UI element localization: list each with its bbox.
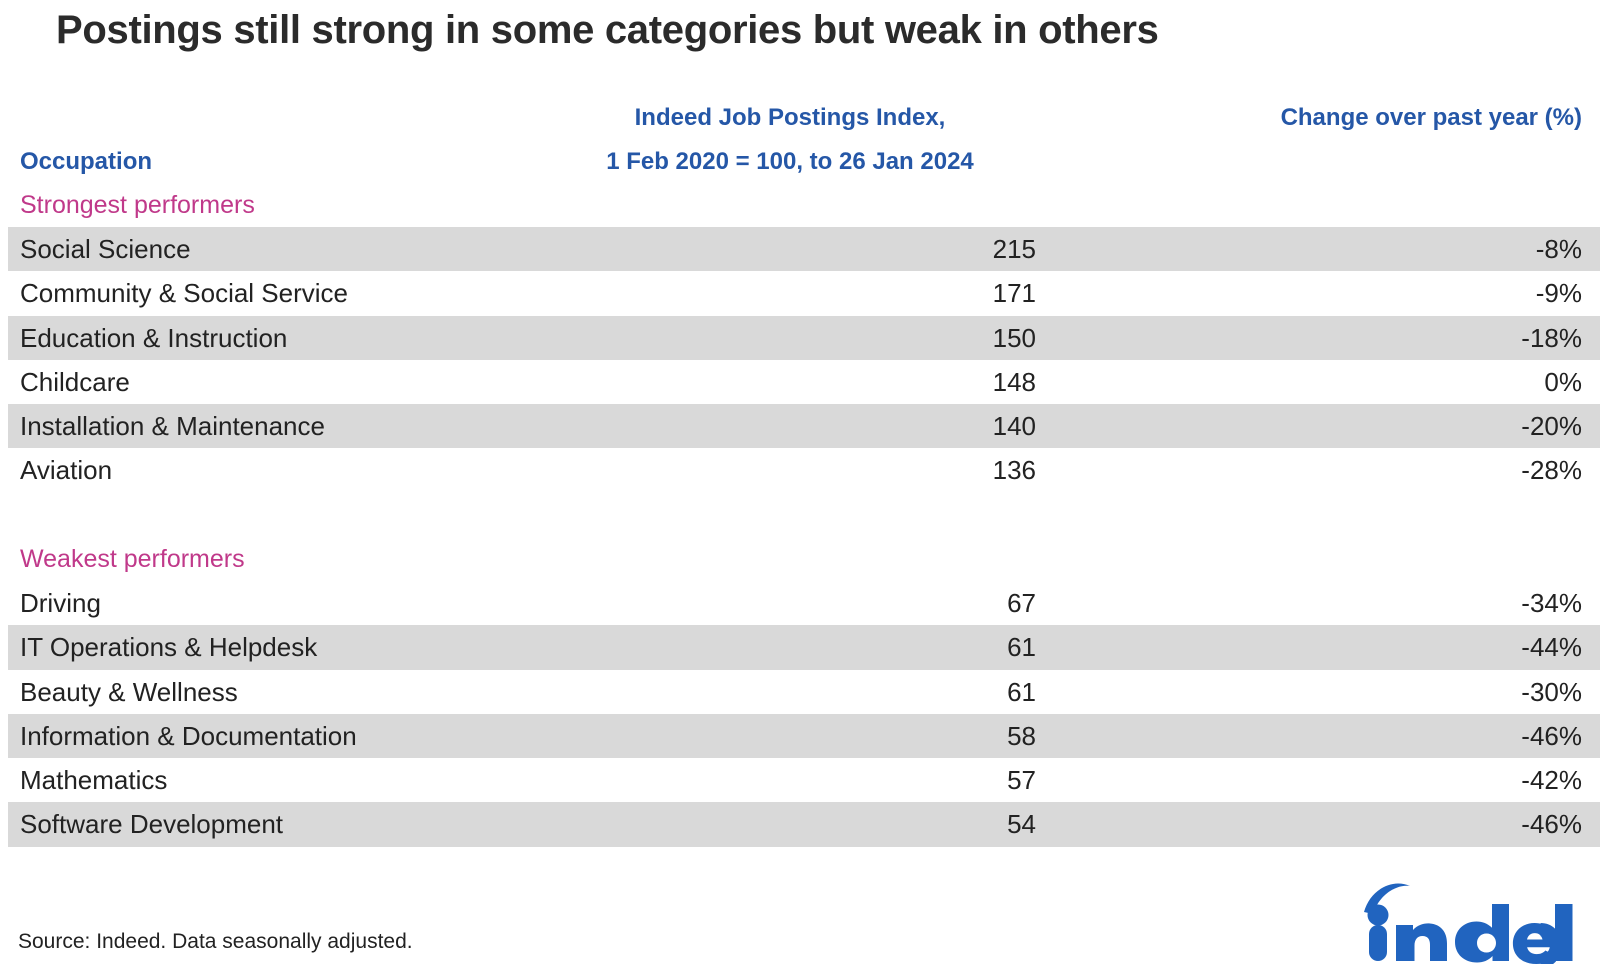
- column-header-occupation: Occupation: [20, 148, 153, 175]
- table-body-weakest: Driving 67 -34% IT Operations & Helpdesk 61 -…: [0, 581, 1600, 847]
- table-row: Software Development 54 -46%: [0, 802, 1600, 847]
- cell-occupation: Installation & Maintenance: [20, 411, 325, 442]
- cell-change-value: -46%: [1521, 720, 1582, 751]
- cell-change-value: -46%: [1521, 809, 1582, 840]
- table-row: Installation & Maintenance 140 -20%: [0, 404, 1600, 449]
- cell-index-value: 140: [992, 411, 1036, 442]
- table-row: Community & Social Service 171 -9%: [0, 271, 1600, 315]
- cell-occupation: Information & Documentation: [20, 720, 357, 751]
- cell-index-value: 61: [1007, 676, 1036, 707]
- cell-index-value: 171: [992, 278, 1036, 309]
- cell-index-value: 148: [992, 366, 1036, 397]
- cell-change-value: -18%: [1521, 322, 1582, 353]
- table-row: Education & Instruction 150 -18%: [0, 315, 1600, 360]
- cell-occupation: Mathematics: [20, 765, 168, 796]
- cell-occupation: Beauty & Wellness: [20, 676, 238, 707]
- cell-index-value: 67: [1007, 588, 1036, 618]
- table-row: Childcare 148 0%: [0, 360, 1600, 404]
- cell-index-value: 61: [1007, 632, 1036, 663]
- page-title: Postings still strong in some categories…: [56, 8, 1159, 52]
- cell-occupation: Education & Instruction: [20, 322, 288, 353]
- cell-index-value: 136: [992, 455, 1036, 486]
- table-row: Driving 67 -34%: [0, 581, 1600, 625]
- section-label-strongest: Strongest performers: [20, 191, 255, 219]
- cell-change-value: -8%: [1535, 234, 1582, 264]
- column-header-index-line2: 1 Feb 2020 = 100, to 26 Jan 2024: [606, 148, 974, 175]
- table-row: Aviation 136 -28%: [0, 448, 1600, 492]
- section-label-weakest: Weakest performers: [20, 545, 245, 573]
- cell-index-value: 58: [1007, 720, 1036, 751]
- table-row: Information & Documentation 58 -46%: [0, 713, 1600, 759]
- table-row: Mathematics 57 -42%: [0, 758, 1600, 802]
- cell-change-value: -30%: [1521, 676, 1582, 707]
- cell-occupation: Childcare: [20, 366, 130, 397]
- table-body-strongest: Social Science 215 -8% Community & Social S…: [0, 227, 1600, 493]
- indeed-logo: [1346, 868, 1586, 964]
- cell-index-value: 215: [992, 234, 1036, 264]
- column-header-index-line1: Indeed Job Postings Index,: [634, 104, 946, 131]
- column-header-index: Indeed Job Postings Index, 1 Feb 2020 = …: [540, 96, 1040, 184]
- cell-change-value: 0%: [1544, 366, 1582, 397]
- cell-change-value: -9%: [1535, 278, 1582, 309]
- cell-occupation: Community & Social Service: [20, 278, 348, 309]
- cell-change-value: -28%: [1521, 455, 1582, 486]
- column-header-change: Change over past year (%): [1280, 104, 1582, 131]
- cell-occupation: IT Operations & Helpdesk: [20, 632, 318, 663]
- cell-occupation: Social Science: [20, 234, 191, 264]
- source-note: Source: Indeed. Data seasonally adjusted…: [18, 930, 413, 953]
- cell-index-value: 150: [992, 322, 1036, 353]
- cell-occupation: Driving: [20, 588, 101, 618]
- cell-change-value: -20%: [1521, 411, 1582, 442]
- table-figure: Postings still strong in some categories…: [0, 0, 1600, 970]
- cell-index-value: 57: [1007, 765, 1036, 796]
- cell-change-value: -44%: [1521, 632, 1582, 663]
- table-row: Social Science 215 -8%: [0, 227, 1600, 272]
- cell-index-value: 54: [1007, 809, 1036, 840]
- cell-occupation: Software Development: [20, 809, 284, 840]
- table-row: Beauty & Wellness 61 -30%: [0, 670, 1600, 714]
- cell-change-value: -42%: [1521, 765, 1582, 796]
- table-row: IT Operations & Helpdesk 61 -44%: [0, 625, 1600, 670]
- cell-change-value: -34%: [1521, 588, 1582, 618]
- cell-occupation: Aviation: [20, 455, 113, 486]
